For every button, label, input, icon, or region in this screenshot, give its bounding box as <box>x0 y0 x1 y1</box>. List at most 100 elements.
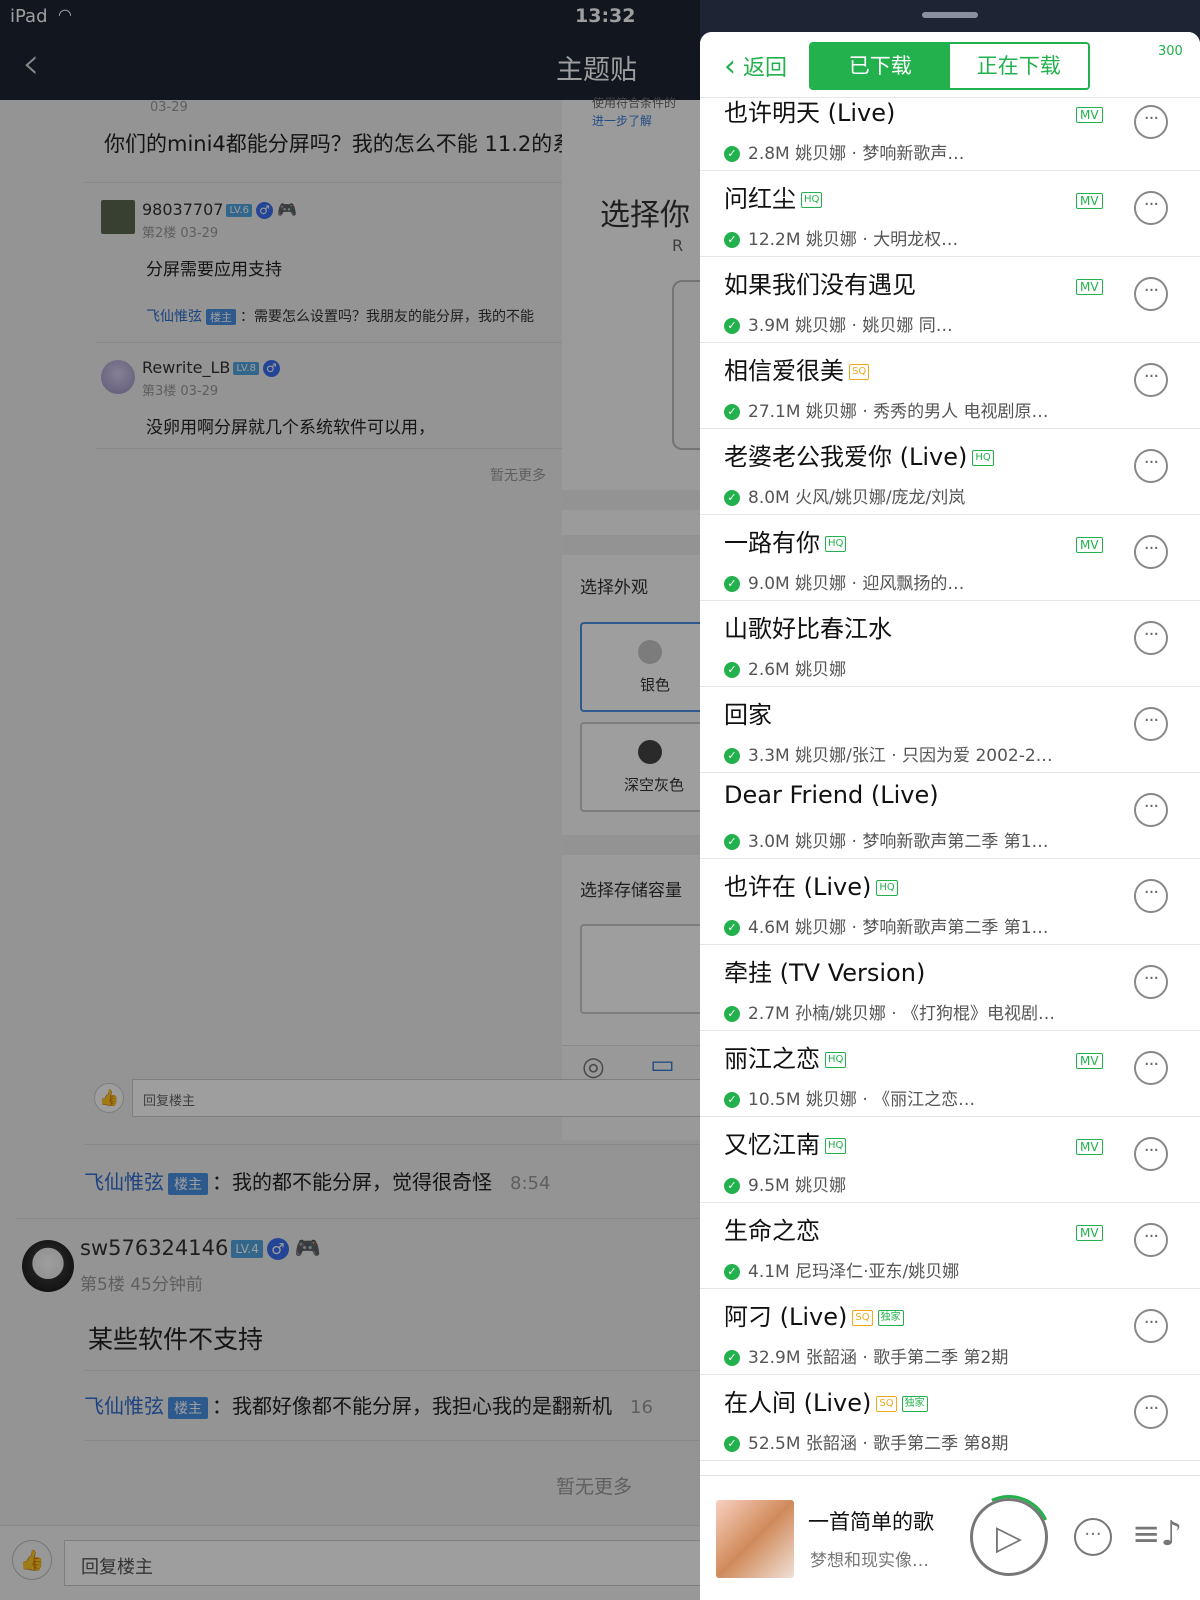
song-row[interactable]: 在人间 (Live) SQ 独家 ✓ 52.5M 张韶涵 · 歌手第二季 第8期 ··· <box>700 1375 1200 1461</box>
male-icon: ♂ <box>262 360 280 377</box>
more-icon[interactable]: ··· <box>1134 535 1168 569</box>
downloaded-check-icon: ✓ <box>724 748 740 764</box>
song-row[interactable]: 又忆江南 HQ ✓ 9.5M 姚贝娜 MV ··· <box>700 1117 1200 1203</box>
chevron-left-icon: ‹ <box>724 48 736 84</box>
mini-player[interactable]: 一首简单的歌 梦想和现实像… ▷ ··· ≡♪ <box>700 1475 1200 1600</box>
song-row[interactable]: 一路有你 HQ ✓ 9.0M 姚贝娜 · 迎风飘扬的… MV ··· <box>700 515 1200 601</box>
appearance-label: 选择外观 <box>580 578 648 598</box>
mv-badge[interactable]: MV <box>1076 1053 1103 1069</box>
post-content: 某些软件不支持 <box>88 1325 264 1354</box>
song-title: 相信爱很美 SQ <box>724 351 870 386</box>
avatar[interactable] <box>22 1240 74 1292</box>
avatar[interactable] <box>101 200 135 234</box>
more-icon[interactable]: ··· <box>1134 1137 1168 1171</box>
more-icon[interactable]: ··· <box>1074 1518 1112 1556</box>
song-row[interactable]: 问红尘 HQ ✓ 12.2M 姚贝娜 · 大明龙权… MV ··· <box>700 171 1200 257</box>
song-row[interactable]: 生命之恋 ✓ 4.1M 尼玛泽仁·亚东/姚贝娜 MV ··· <box>700 1203 1200 1289</box>
thumbs-up-icon[interactable]: 👍 <box>94 1083 124 1113</box>
thread-reply[interactable]: 飞仙惟弦 楼主 ：我的都不能分屏，觉得很奇怪 8:54 <box>84 1166 550 1195</box>
divider <box>562 490 700 510</box>
mv-badge[interactable]: MV <box>1076 107 1103 123</box>
song-row[interactable]: 如果我们没有遇见 ✓ 3.9M 姚贝娜 · 姚贝娜 同… MV ··· <box>700 257 1200 343</box>
playlist-icon[interactable]: ≡♪ <box>1132 1514 1182 1554</box>
back-button[interactable]: ‹ 返回 <box>724 48 787 84</box>
more-icon[interactable]: ··· <box>1134 707 1168 741</box>
capacity-label: 选择存储容量 <box>580 881 682 901</box>
downloaded-check-icon: ✓ <box>724 1264 740 1280</box>
downloaded-check-icon: ✓ <box>724 1006 740 1022</box>
mv-badge[interactable]: MV <box>1076 1225 1103 1241</box>
divider <box>84 1370 700 1371</box>
gray-swatch <box>638 740 662 764</box>
tab-downloaded[interactable]: 已下载 <box>811 44 950 88</box>
capacity-option[interactable] <box>580 924 700 1014</box>
sub-reply[interactable]: 飞仙惟弦 楼主 ：需要怎么设置吗？我朋友的能分屏，我的不能 <box>146 306 534 326</box>
divider <box>562 835 700 855</box>
thread-content[interactable]: 03-29 你们的mini4都能分屏吗？我的怎么不能 11.2的系 980377… <box>0 96 700 1600</box>
album-cover[interactable] <box>716 1500 794 1578</box>
more-icon[interactable]: ··· <box>1134 449 1168 483</box>
thumbs-up-icon[interactable]: 👍 <box>12 1540 52 1580</box>
more-icon[interactable]: ··· <box>1134 363 1168 397</box>
post-user[interactable]: 98037707 LV.6 ♂ 🎮 <box>142 200 297 219</box>
song-title: 回家 <box>724 701 772 729</box>
song-list[interactable]: 也许明天 (Live) ✓ 2.8M 姚贝娜 · 梦响新歌声… MV ··· 问红尘 HQ ✓… <box>700 85 1200 1547</box>
song-row[interactable]: 丽江之恋 HQ ✓ 10.5M 姚贝娜 · 《丽江之恋… MV ··· <box>700 1031 1200 1117</box>
reply-input[interactable]: 回复楼主 <box>64 1540 700 1586</box>
more-icon[interactable]: ··· <box>1134 191 1168 225</box>
more-icon[interactable]: ··· <box>1134 621 1168 655</box>
status-bar: iPad ◠ 13:32 <box>0 0 700 32</box>
post-content: 没卵用啊分屏就几个系统软件可以用， <box>146 418 435 438</box>
mv-badge[interactable]: MV <box>1076 1139 1103 1155</box>
more-icon[interactable]: ··· <box>1134 1395 1168 1429</box>
song-row[interactable]: 牵挂 (TV Version) ✓ 2.7M 孙楠/姚贝娜 · 《打狗棍》电视剧… ·… <box>700 945 1200 1031</box>
right-app-music: ‹ 返回 已下载 正在下载 300 也许明天 (Live) ✓ 2.8M 姚贝娜 ·… <box>700 0 1200 1600</box>
divider <box>84 1144 700 1145</box>
song-meta: ✓ 3.3M 姚贝娜/张江 · 只因为爱 2002-2… <box>724 741 1053 766</box>
more-icon[interactable]: ··· <box>1134 1223 1168 1257</box>
back-chevron-icon[interactable]: ‹ <box>22 38 40 90</box>
more-icon[interactable]: ··· <box>1134 793 1168 827</box>
song-meta: ✓ 8.0M 火风/姚贝娜/庞龙/刘岚 <box>724 483 965 508</box>
avatar[interactable] <box>101 360 135 394</box>
mv-badge[interactable]: MV <box>1076 537 1103 553</box>
color-option-gray[interactable]: 深空灰色 <box>580 722 700 812</box>
thread-reply[interactable]: 飞仙惟弦 楼主 ：我都好像都不能分屏，我担心我的是翻新机 16 <box>84 1390 653 1419</box>
song-row[interactable]: 阿刁 (Live) SQ 独家 ✓ 32.9M 张韶涵 · 歌手第二季 第2期 ··· <box>700 1289 1200 1375</box>
mv-badge[interactable]: MV <box>1076 193 1103 209</box>
song-row[interactable]: 相信爱很美 SQ ✓ 27.1M 姚贝娜 · 秀秀的男人 电视剧原… ··· <box>700 343 1200 429</box>
tab-downloading[interactable]: 正在下载 <box>949 44 1088 88</box>
song-row[interactable]: 山歌好比春江水 ✓ 2.6M 姚贝娜 ··· <box>700 601 1200 687</box>
male-icon: ♂ <box>266 1238 289 1260</box>
song-meta: ✓ 9.5M 姚贝娜 <box>724 1171 846 1196</box>
reply-bar: 👍 回复楼主 <box>0 1525 700 1600</box>
downloaded-check-icon: ✓ <box>724 1092 740 1108</box>
song-title: Dear Friend (Live) <box>724 781 939 809</box>
downloaded-check-icon: ✓ <box>724 1436 740 1452</box>
song-meta: ✓ 2.8M 姚贝娜 · 梦响新歌声… <box>724 139 964 164</box>
left-app-forum: iPad ◠ 13:32 ‹ 主题贴 03-29 你们的mini4都能分屏吗？我… <box>0 0 700 1600</box>
inner-reply-input[interactable]: 回复楼主 <box>132 1079 700 1117</box>
more-icon[interactable]: ··· <box>1134 277 1168 311</box>
song-row[interactable]: Dear Friend (Live) ✓ 3.0M 姚贝娜 · 梦响新歌声第二季 第… <box>700 773 1200 859</box>
mv-badge[interactable]: MV <box>1076 279 1103 295</box>
song-row[interactable]: 老婆老公我爱你 (Live) HQ ✓ 8.0M 火风/姚贝娜/庞龙/刘岚 ··· <box>700 429 1200 515</box>
post-floor: 第5楼 45分钟前 <box>80 1275 203 1295</box>
post-user[interactable]: Rewrite_LB LV.8 ♂ <box>142 358 280 377</box>
more-icon[interactable]: ··· <box>1134 1309 1168 1343</box>
downloaded-check-icon: ✓ <box>724 490 740 506</box>
more-icon[interactable]: ··· <box>1134 879 1168 913</box>
carrier-label: iPad <box>10 6 48 27</box>
more-icon[interactable]: ··· <box>1134 105 1168 139</box>
more-icon[interactable]: ··· <box>1134 965 1168 999</box>
page-title: 主题贴 <box>556 55 637 86</box>
downloaded-check-icon: ✓ <box>724 318 740 334</box>
post-user[interactable]: sw576324146 LV.4 ♂ 🎮 <box>80 1236 321 1261</box>
song-row[interactable]: 也许在 (Live) HQ ✓ 4.6M 姚贝娜 · 梦响新歌声第二季 第1… ··· <box>700 859 1200 945</box>
color-option-silver[interactable]: 银色 <box>580 622 700 712</box>
question-text: 你们的mini4都能分屏吗？我的怎么不能 11.2的系 <box>104 132 574 156</box>
slide-over-handle[interactable] <box>922 12 978 18</box>
more-icon[interactable]: ··· <box>1134 1051 1168 1085</box>
song-row[interactable]: 回家 ✓ 3.3M 姚贝娜/张江 · 只因为爱 2002-2… ··· <box>700 687 1200 773</box>
quality-badge: HQ <box>825 1138 847 1154</box>
